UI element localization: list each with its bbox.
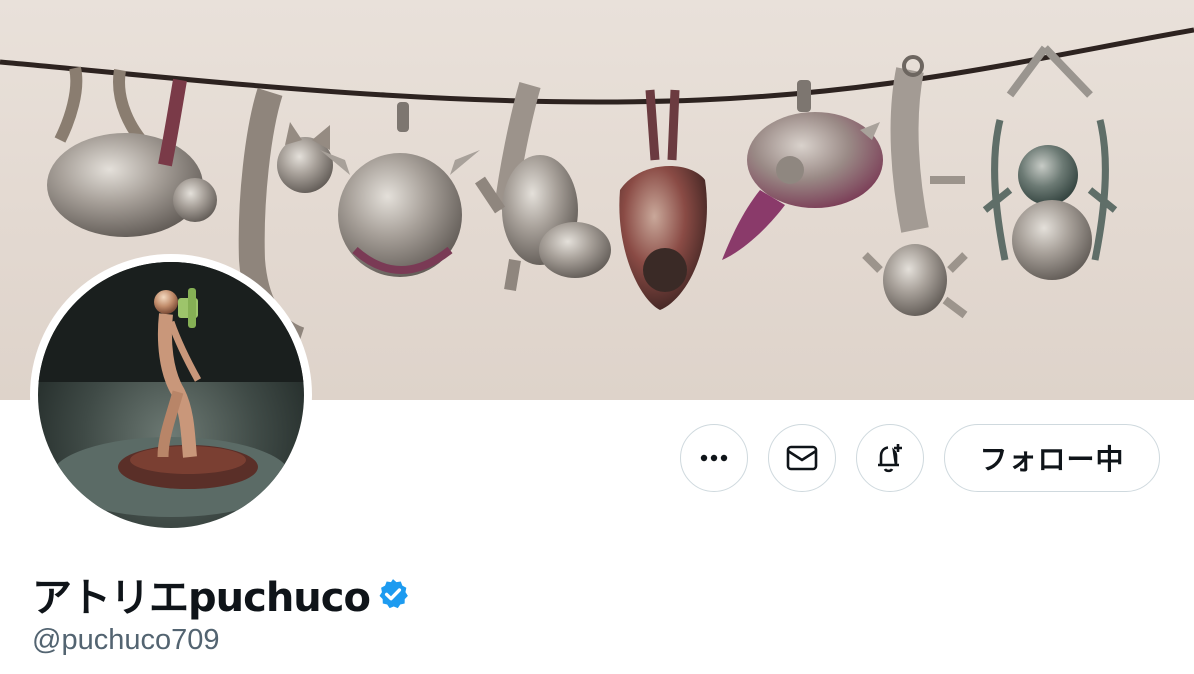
following-button[interactable]: フォロー中 <box>944 424 1160 492</box>
bell-plus-icon <box>878 444 902 473</box>
bat-pendant <box>619 89 707 310</box>
axolotl-pendant <box>862 55 968 319</box>
avatar-image <box>38 262 304 517</box>
notifications-button[interactable] <box>856 424 924 492</box>
message-button[interactable] <box>768 424 836 492</box>
verified-badge-icon[interactable] <box>376 577 410 611</box>
dumbo-octopus-pendant <box>320 102 480 277</box>
spider-pendant <box>982 45 1118 280</box>
cuttlefish-pendant <box>722 80 883 260</box>
sloth-pendant <box>47 66 217 237</box>
more-icon <box>700 454 728 462</box>
more-button[interactable] <box>680 424 748 492</box>
profile-name-row: アトリエpuchuco <box>32 570 410 621</box>
hanging-creature-pendant <box>475 81 611 291</box>
avatar[interactable] <box>38 262 304 528</box>
display-name: アトリエpuchuco <box>32 575 371 621</box>
handle: @puchuco709 <box>32 624 220 656</box>
mail-icon <box>786 445 818 471</box>
following-label: フォロー中 <box>979 443 1125 476</box>
